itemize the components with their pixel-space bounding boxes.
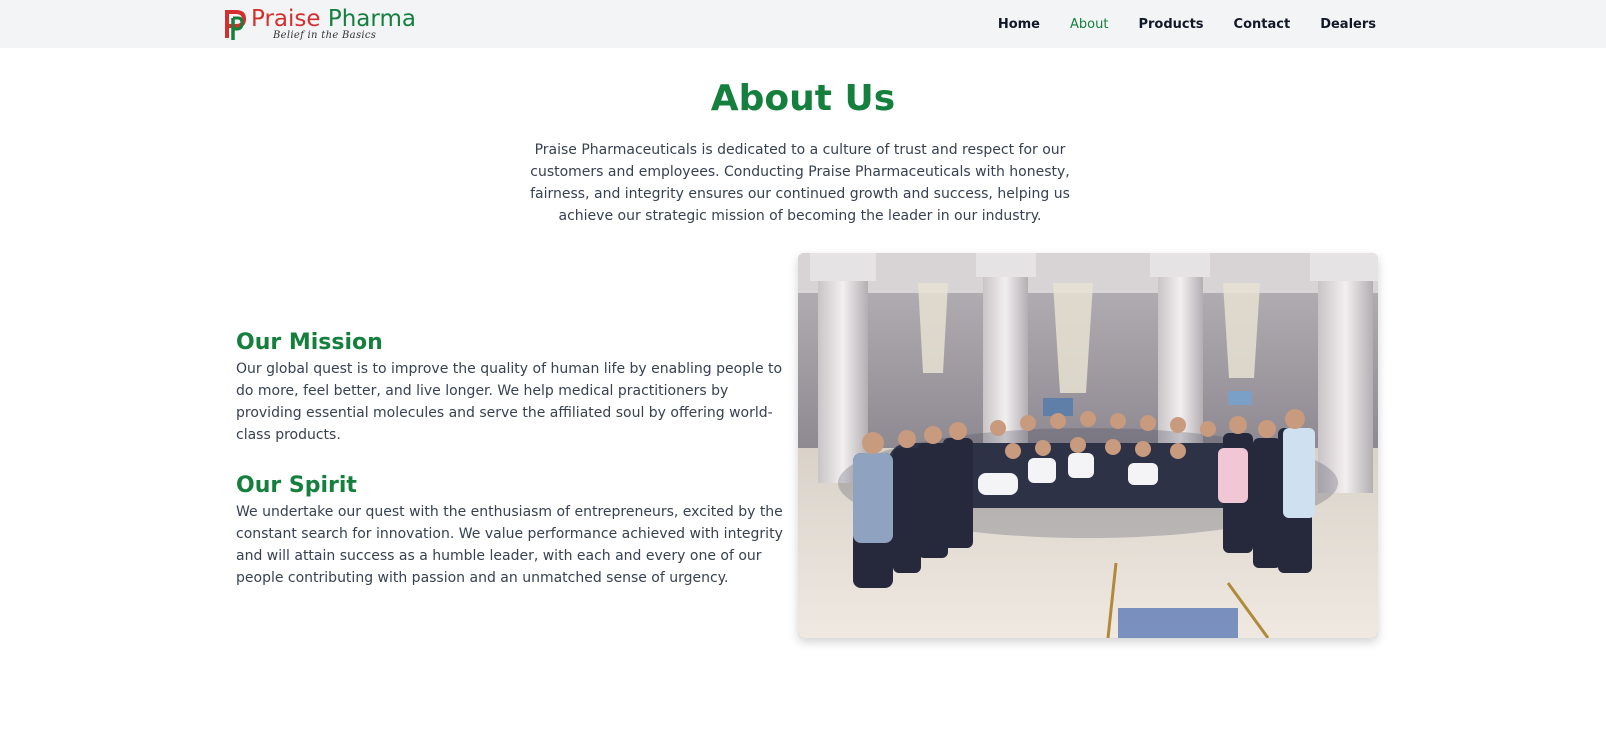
spirit-body: We undertake our quest with the enthusia… <box>236 504 783 586</box>
spirit-heading: Our Spirit <box>236 473 357 498</box>
main-nav: Home About Products Contact Dealers <box>968 0 1376 48</box>
nav-home[interactable]: Home <box>998 17 1040 32</box>
intro-paragraph: Praise Pharmaceuticals is dedicated to a… <box>530 142 1070 224</box>
praise-pharma-logo-icon <box>225 10 247 40</box>
brand-name-part1: Praise <box>251 6 321 32</box>
brand-logo[interactable]: Praise Pharma Belief in the Basics <box>225 6 425 42</box>
mission-heading: Our Mission <box>236 330 383 355</box>
nav-contact[interactable]: Contact <box>1234 17 1291 32</box>
team-group-photo <box>798 253 1378 638</box>
page-title: About Us <box>710 78 896 119</box>
nav-dealers[interactable]: Dealers <box>1320 17 1376 32</box>
brand-name-part2: Pharma <box>327 6 416 32</box>
mission-section: Our Mission Our global quest is to impro… <box>236 328 786 446</box>
nav-products[interactable]: Products <box>1138 17 1203 32</box>
team-photo-image <box>798 253 1378 638</box>
nav-about[interactable]: About <box>1070 17 1108 32</box>
spirit-section: Our Spirit We undertake our quest with t… <box>236 471 786 589</box>
top-navbar: Praise Pharma Belief in the Basics Home … <box>0 0 1606 48</box>
brand-name: Praise Pharma <box>251 6 416 32</box>
mission-body: Our global quest is to improve the quali… <box>236 361 783 443</box>
brand-tagline: Belief in the Basics <box>273 30 377 41</box>
about-text-column: Our Mission Our global quest is to impro… <box>236 328 786 589</box>
